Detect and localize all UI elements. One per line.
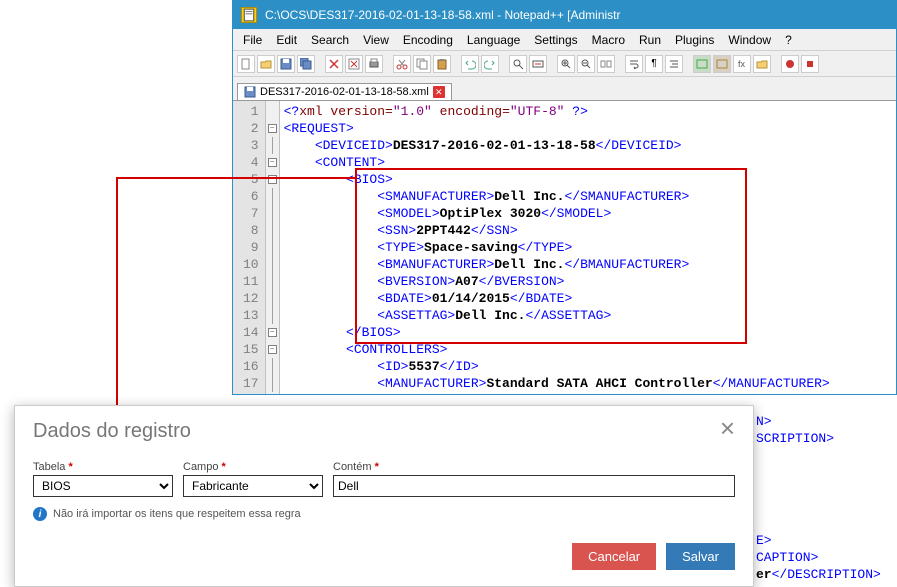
- code-fragment: N> SCRIPTION>: [756, 413, 834, 447]
- open-icon[interactable]: [257, 55, 275, 73]
- close-icon[interactable]: [325, 55, 343, 73]
- file-tab[interactable]: DES317-2016-02-01-13-18-58.xml ✕: [237, 83, 452, 100]
- save-state-icon: [244, 86, 256, 98]
- menubar: File Edit Search View Encoding Language …: [233, 29, 896, 51]
- record-icon[interactable]: [781, 55, 799, 73]
- separator: [385, 55, 391, 73]
- paste-icon[interactable]: [433, 55, 451, 73]
- menu-search[interactable]: Search: [305, 31, 355, 49]
- tab-close-icon[interactable]: ✕: [433, 86, 445, 98]
- menu-edit[interactable]: Edit: [270, 31, 303, 49]
- undo-icon[interactable]: [461, 55, 479, 73]
- menu-settings[interactable]: Settings: [528, 31, 583, 49]
- menu-macro[interactable]: Macro: [586, 31, 631, 49]
- zoomout-icon[interactable]: [577, 55, 595, 73]
- dialog-body: Tabela * BIOS Campo * Fabricante Contém …: [15, 461, 753, 535]
- tab-label: DES317-2016-02-01-13-18-58.xml: [260, 86, 429, 98]
- line-gutter: 1234567891011121314151617: [233, 101, 266, 394]
- save-icon[interactable]: [277, 55, 295, 73]
- separator: [549, 55, 555, 73]
- code-fragment: E> CAPTION> er</DESCRIPTION>: [756, 532, 881, 583]
- contem-label: Contém *: [333, 461, 735, 473]
- menu-view[interactable]: View: [357, 31, 395, 49]
- note-text: Não irá importar os itens que respeitem …: [53, 508, 301, 520]
- new-icon[interactable]: [237, 55, 255, 73]
- separator: [773, 55, 779, 73]
- app-icon: [241, 7, 257, 23]
- svg-text:fx: fx: [738, 59, 746, 69]
- titlebar: C:\OCS\DES317-2016-02-01-13-18-58.xml - …: [233, 1, 896, 29]
- lang2-icon[interactable]: [713, 55, 731, 73]
- cancel-button[interactable]: Cancelar: [572, 543, 656, 570]
- fold-gutter[interactable]: −−−−−: [266, 101, 280, 394]
- menu-window[interactable]: Window: [722, 31, 777, 49]
- menu-language[interactable]: Language: [461, 31, 526, 49]
- dialog-note: i Não irá importar os itens que respeite…: [33, 507, 735, 521]
- stop-icon[interactable]: [801, 55, 819, 73]
- registry-dialog: Dados do registro × Tabela * BIOS Campo …: [14, 405, 754, 587]
- menu-help[interactable]: ?: [779, 31, 798, 49]
- info-icon: i: [33, 507, 47, 521]
- annotation-arrow: [116, 177, 355, 179]
- indent-icon[interactable]: [665, 55, 683, 73]
- folder-icon[interactable]: [753, 55, 771, 73]
- contem-input[interactable]: [333, 475, 735, 497]
- field-tabela: Tabela * BIOS: [33, 461, 173, 497]
- campo-label: Campo *: [183, 461, 323, 473]
- print-icon[interactable]: [365, 55, 383, 73]
- menu-file[interactable]: File: [237, 31, 268, 49]
- menu-encoding[interactable]: Encoding: [397, 31, 459, 49]
- field-campo: Campo * Fabricante: [183, 461, 323, 497]
- dialog-header: Dados do registro ×: [15, 406, 753, 453]
- window-title: C:\OCS\DES317-2016-02-01-13-18-58.xml - …: [265, 8, 621, 22]
- separator: [501, 55, 507, 73]
- separator: [453, 55, 459, 73]
- dialog-title: Dados do registro: [33, 420, 191, 443]
- saveall-icon[interactable]: [297, 55, 315, 73]
- dialog-close-icon[interactable]: ×: [720, 420, 735, 436]
- cut-icon[interactable]: [393, 55, 411, 73]
- save-button[interactable]: Salvar: [666, 543, 735, 570]
- closeall-icon[interactable]: [345, 55, 363, 73]
- dialog-footer: Cancelar Salvar: [15, 535, 753, 586]
- menu-run[interactable]: Run: [633, 31, 667, 49]
- func-icon[interactable]: fx: [733, 55, 751, 73]
- annotation-box: [355, 168, 747, 344]
- toolbar: ¶ fx: [233, 51, 896, 77]
- separator: [317, 55, 323, 73]
- tabela-label: Tabela *: [33, 461, 173, 473]
- copy-icon[interactable]: [413, 55, 431, 73]
- zoomin-icon[interactable]: [557, 55, 575, 73]
- find-icon[interactable]: [509, 55, 527, 73]
- menu-plugins[interactable]: Plugins: [669, 31, 720, 49]
- sync-icon[interactable]: [597, 55, 615, 73]
- redo-icon[interactable]: [481, 55, 499, 73]
- field-contem: Contém *: [333, 461, 735, 497]
- replace-icon[interactable]: [529, 55, 547, 73]
- tabela-select[interactable]: BIOS: [33, 475, 173, 497]
- separator: [685, 55, 691, 73]
- tabbar: DES317-2016-02-01-13-18-58.xml ✕: [233, 77, 896, 101]
- lang1-icon[interactable]: [693, 55, 711, 73]
- campo-select[interactable]: Fabricante: [183, 475, 323, 497]
- allchars-icon[interactable]: ¶: [645, 55, 663, 73]
- wordwrap-icon[interactable]: [625, 55, 643, 73]
- separator: [617, 55, 623, 73]
